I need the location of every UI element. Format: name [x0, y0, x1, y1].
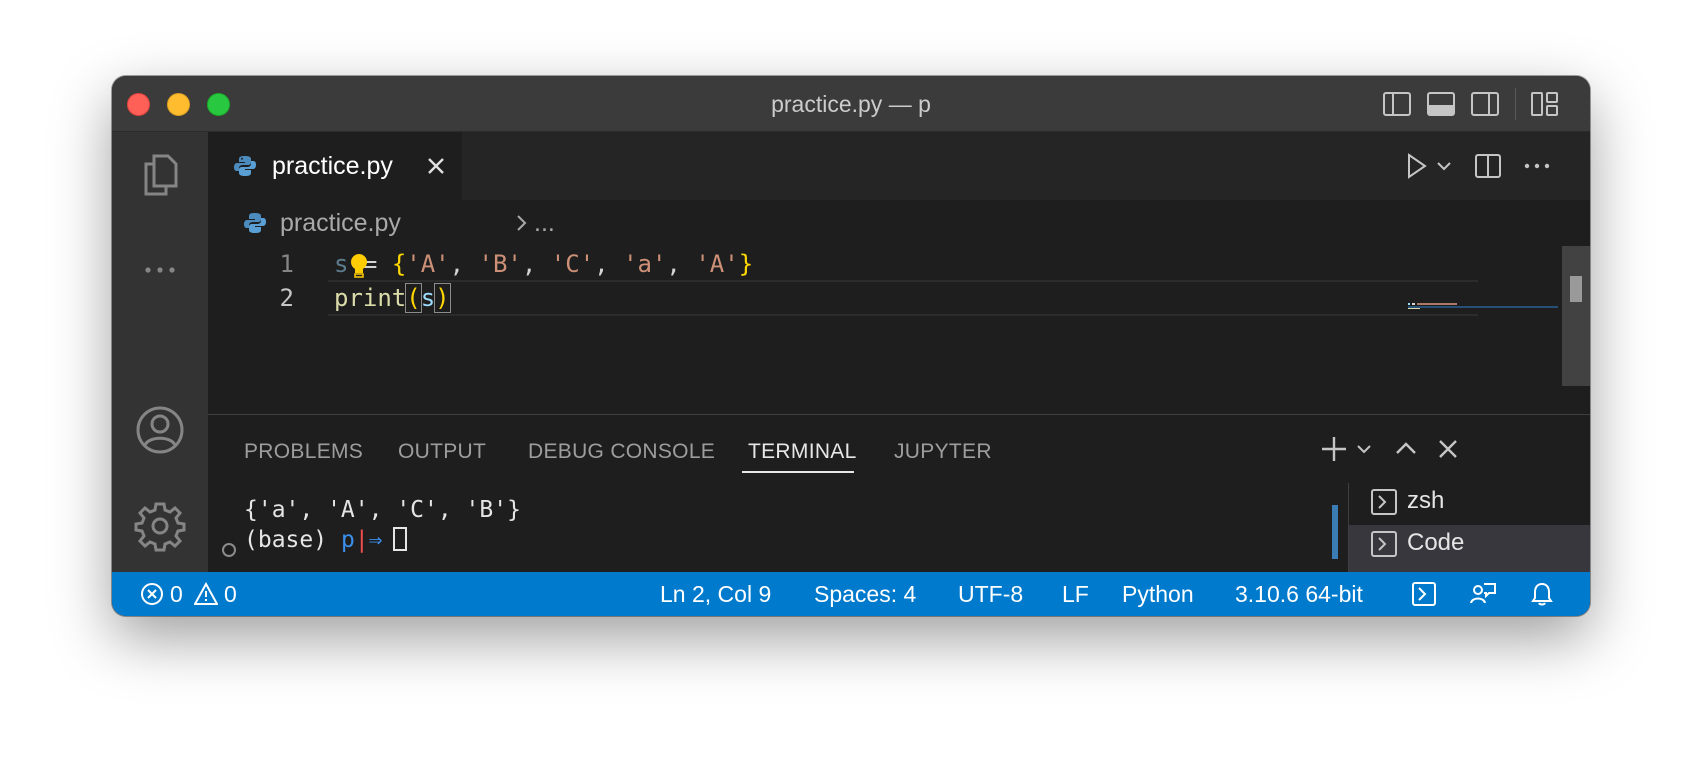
lightbulb-icon[interactable]	[348, 252, 370, 280]
line-code: print(s)	[334, 283, 451, 313]
terminal-status-circle	[222, 543, 236, 557]
scrollbar-cursor-marker	[1570, 276, 1582, 302]
breadcrumb-file[interactable]: practice.py	[280, 209, 401, 238]
terminal-cursor	[392, 527, 407, 551]
bottom-panel: PROBLEMS OUTPUT DEBUG CONSOLE TERMINAL J…	[208, 414, 1590, 573]
terminal-label: zsh	[1407, 487, 1445, 514]
tab-jupyter[interactable]: JUPYTER	[894, 440, 992, 464]
code-line[interactable]: 1 s = {'A', 'B', 'C', 'a', 'A'}	[208, 246, 1478, 282]
language-mode[interactable]: Python	[1122, 581, 1194, 608]
account-icon[interactable]	[132, 402, 188, 458]
terminal-icon[interactable]	[1412, 582, 1436, 606]
minimap-viewport	[1408, 306, 1558, 308]
terminal-icon	[1371, 489, 1397, 515]
split-editor-icon[interactable]	[1474, 152, 1502, 180]
toggle-primary-sidebar-icon[interactable]	[1382, 90, 1412, 118]
tab-terminal[interactable]: TERMINAL	[748, 440, 857, 464]
terminal-output: {'a', 'A', 'C', 'B'}	[244, 497, 521, 523]
bell-icon[interactable]	[1530, 582, 1554, 606]
python-file-icon	[244, 213, 266, 233]
terminal-icon	[1371, 531, 1397, 557]
terminal-item-zsh[interactable]: zsh	[1349, 483, 1590, 523]
status-bar: 0 0 Ln 2, Col 9 Spaces: 4 UTF-8 LF Pytho…	[112, 572, 1590, 616]
warning-count[interactable]: 0	[224, 581, 237, 608]
terminal-item-code[interactable]: Code	[1349, 525, 1590, 573]
title-bar-divider	[1515, 88, 1516, 120]
terminal-label: Code	[1407, 529, 1465, 556]
editor-scrollbar[interactable]	[1562, 246, 1590, 386]
toggle-panel-icon[interactable]	[1426, 90, 1456, 118]
tab-practice-py[interactable]: practice.py	[208, 132, 462, 200]
error-count[interactable]: 0	[170, 581, 183, 608]
feedback-icon[interactable]	[1470, 582, 1496, 606]
ellipsis-icon[interactable]	[132, 242, 188, 298]
chevron-right-icon	[517, 215, 527, 231]
code-line[interactable]: 2 print(s)	[208, 280, 1478, 316]
terminal-scrollbar[interactable]	[1332, 505, 1338, 559]
terminal-prompt[interactable]: (base) p|⇒	[244, 527, 407, 553]
tab-output[interactable]: OUTPUT	[398, 440, 486, 464]
terminal-list: zsh Code	[1348, 483, 1590, 573]
indentation[interactable]: Spaces: 4	[814, 581, 916, 608]
toggle-secondary-sidebar-icon[interactable]	[1470, 90, 1500, 118]
maximize-panel-icon[interactable]	[1392, 433, 1420, 465]
close-panel-icon[interactable]	[1434, 433, 1462, 465]
close-icon[interactable]	[426, 156, 446, 176]
gear-icon[interactable]	[132, 498, 188, 554]
breadcrumb: practice.py ...	[208, 200, 1590, 246]
code-editor[interactable]: 1 s = {'A', 'B', 'C', 'a', 'A'} 2 print(…	[208, 246, 1590, 414]
tab-problems[interactable]: PROBLEMS	[244, 440, 363, 464]
files-icon[interactable]	[132, 146, 188, 202]
breadcrumb-more[interactable]: ...	[534, 209, 555, 238]
title-bar: practice.py — p	[112, 76, 1590, 132]
active-tab-indicator	[742, 471, 854, 473]
vscode-window: practice.py — p practice.py practice.py …	[112, 76, 1590, 616]
editor-tab-bar: practice.py	[208, 132, 1590, 200]
more-actions-icon[interactable]	[1522, 152, 1552, 180]
warning-icon[interactable]	[194, 582, 218, 606]
activity-bar	[112, 132, 208, 572]
line-number: 1	[279, 250, 294, 278]
new-terminal-icon[interactable]	[1320, 433, 1376, 465]
current-line-highlight	[328, 280, 1478, 316]
run-python-file-icon[interactable]	[1404, 152, 1458, 180]
python-file-icon	[234, 156, 256, 176]
end-of-line[interactable]: LF	[1062, 581, 1089, 608]
line-number: 2	[279, 284, 294, 312]
python-interpreter[interactable]: 3.10.6 64-bit	[1235, 581, 1363, 608]
tab-debug-console[interactable]: DEBUG CONSOLE	[528, 440, 715, 464]
customize-layout-icon[interactable]	[1530, 90, 1560, 118]
window-title: practice.py — p	[771, 91, 931, 117]
encoding[interactable]: UTF-8	[958, 581, 1023, 608]
cursor-position[interactable]: Ln 2, Col 9	[660, 581, 771, 608]
tab-label: practice.py	[272, 152, 393, 180]
error-icon[interactable]	[140, 582, 164, 606]
line-code: s = {'A', 'B', 'C', 'a', 'A'}	[334, 250, 754, 278]
